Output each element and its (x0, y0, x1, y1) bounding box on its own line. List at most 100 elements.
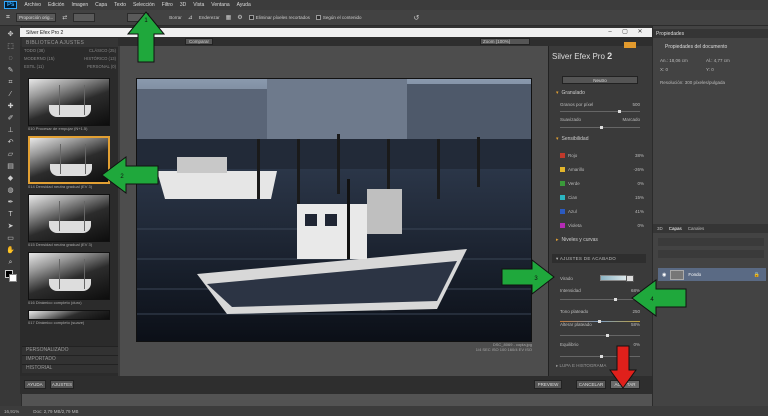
gear-icon[interactable]: ⚙ (237, 14, 242, 21)
preset-thumb-3[interactable]: 015 Densidad neutra gradual (EV 3) (28, 194, 110, 248)
properties-tab[interactable]: Propiedades (653, 29, 768, 38)
tab-3d[interactable]: 3D (657, 226, 663, 231)
minimize-button[interactable]: – (604, 28, 616, 37)
preset-tab-style[interactable]: ESTIL (11) (24, 64, 44, 72)
crop-tool-icon[interactable]: ⌗ (6, 14, 10, 22)
move-tool-icon[interactable]: ✥ (5, 30, 16, 39)
zoom-tool-icon[interactable]: ⌕ (5, 258, 16, 267)
height-value[interactable]: Al.: 4,77 cm (706, 58, 730, 63)
dodge-tool-icon[interactable]: ◍ (5, 186, 16, 195)
menu-imagen[interactable]: Imagen (71, 2, 88, 8)
delete-pixels-checkbox[interactable]: Eliminar píxeles recortados (248, 15, 310, 20)
reset-icon[interactable]: ↺ (413, 14, 419, 22)
tab-canales[interactable]: Canales (688, 226, 705, 231)
grid-overlay-icon[interactable]: ▦ (226, 14, 232, 21)
clear-button[interactable]: Borrar (169, 15, 182, 20)
content-aware-checkbox[interactable]: Según el contenido (315, 15, 361, 20)
menu-3d[interactable]: 3D (180, 2, 186, 8)
straighten-label[interactable]: Enderezar (199, 15, 220, 20)
close-button[interactable]: ✕ (634, 28, 646, 37)
color-row-rojo[interactable]: Rojo 38% (560, 148, 644, 162)
lasso-tool-icon[interactable]: ◌ (5, 54, 16, 63)
color-row-cian[interactable]: Cian 15% (560, 190, 644, 204)
preset-tab-personal[interactable]: PERSONAL (0) (87, 64, 116, 72)
preset-thumb-2[interactable]: 014 Densidad neutra gradual (EV 3) (28, 136, 110, 190)
eraser-tool-icon[interactable]: ▱ (5, 150, 16, 159)
cancel-button[interactable]: CANCELAR (576, 380, 606, 389)
menu-ventana[interactable]: Ventana (211, 2, 229, 8)
section-importado[interactable]: IMPORTADO (22, 355, 118, 364)
blend-mode-bar[interactable] (658, 250, 764, 258)
width-field[interactable] (73, 13, 96, 22)
section-historial[interactable]: HISTORIAL (22, 364, 118, 373)
slider-knob[interactable] (600, 126, 603, 129)
preset-tab-classic[interactable]: CLÁSICO (25) (89, 48, 116, 56)
menu-seleccion[interactable]: Selección (133, 2, 155, 8)
slider-knob[interactable] (606, 334, 609, 337)
intensidad-slider[interactable] (560, 298, 640, 301)
preset-thumb-1[interactable]: 010 Procesar de empujar (N+1.5) (28, 78, 110, 132)
color-row-azul[interactable]: Azul 41% (560, 204, 644, 218)
ratio-dropdown[interactable]: Proporción orig... (15, 13, 57, 22)
crop-tool-icon[interactable]: ⌗ (5, 78, 16, 87)
quick-select-tool-icon[interactable]: ✎ (5, 66, 16, 75)
color-row-amarillo[interactable]: Amarillo -26% (560, 162, 644, 176)
loupe-histogram-header[interactable]: ▸ LUPA E HISTOGRAMA (556, 363, 606, 369)
brush-tool-icon[interactable]: ✐ (5, 114, 16, 123)
suavizado-slider[interactable] (560, 126, 640, 129)
blur-tool-icon[interactable]: ◆ (5, 174, 16, 183)
stamp-tool-icon[interactable]: ⊥ (5, 126, 16, 135)
healing-tool-icon[interactable]: ✚ (5, 102, 16, 111)
shape-tool-icon[interactable]: ▭ (5, 234, 16, 243)
preset-tab-historic[interactable]: HISTÓRICO (13) (84, 56, 116, 64)
layer-name[interactable]: Fondo (688, 272, 701, 277)
section-personalizado[interactable]: PERSONALIZADO (22, 346, 118, 355)
path-select-icon[interactable]: ➤ (5, 222, 16, 231)
color-row-verde[interactable]: Verde 0% (560, 176, 644, 190)
eyedropper-tool-icon[interactable]: ⁄ (5, 90, 16, 99)
background-color[interactable] (8, 274, 17, 282)
levels-section-header[interactable]: ▸ Niveles y curvas (556, 237, 598, 243)
y-value[interactable]: Y: 0 (706, 67, 714, 72)
zoom-dropdown[interactable]: Zoom (100%) (480, 38, 530, 45)
layer-filter-bar[interactable] (658, 238, 764, 246)
straighten-icon[interactable]: ⊿ (188, 14, 193, 21)
gradient-tool-icon[interactable]: ▤ (5, 162, 16, 171)
finishing-adjustments-header[interactable]: ▾ AJUSTES DE ACABADO (552, 254, 646, 263)
hand-tool-icon[interactable]: ✋ (5, 246, 16, 255)
slider-knob[interactable] (600, 355, 603, 358)
slider-knob[interactable] (614, 298, 617, 301)
swap-icon[interactable]: ⇄ (62, 14, 67, 21)
eye-icon[interactable]: ◉ (662, 272, 666, 278)
width-value[interactable]: An.: 18,06 cm (660, 58, 688, 63)
marquee-tool-icon[interactable]: ⬚ (5, 42, 16, 51)
library-header[interactable]: BIBLIOTECA AJUSTES (22, 38, 118, 47)
preview-photo[interactable] (136, 78, 532, 342)
type-tool-icon[interactable]: T (5, 210, 16, 219)
menu-edicion[interactable]: Edición (48, 2, 64, 8)
menu-archivo[interactable]: Archivo (24, 2, 41, 8)
grain-section-header[interactable]: ▾ Granulado (556, 90, 585, 96)
menu-filtro[interactable]: Filtro (162, 2, 173, 8)
history-brush-icon[interactable]: ↶ (5, 138, 16, 147)
x-value[interactable]: X: 0 (660, 67, 668, 72)
preview-button[interactable]: PREVIEW (534, 380, 562, 389)
granos-slider[interactable] (560, 110, 640, 113)
slider-knob[interactable] (618, 110, 621, 113)
settings-button[interactable]: AJUSTES (50, 380, 74, 389)
zoom-readout[interactable]: 16,91% (4, 409, 19, 414)
preset-tab-modern[interactable]: MODERNO (15) (24, 56, 54, 64)
tab-capas[interactable]: Capas (669, 226, 682, 231)
film-type-dropdown[interactable]: Neutro (562, 76, 638, 84)
alterar-slider[interactable] (560, 334, 640, 337)
help-button[interactable]: AYUDA (24, 380, 46, 389)
menu-ayuda[interactable]: Ayuda (237, 2, 251, 8)
color-row-violeta[interactable]: Violeta 0% (560, 218, 644, 232)
menu-vista[interactable]: Vista (193, 2, 204, 8)
preset-thumb-4[interactable]: 016 Dinámico completo (duro) (28, 252, 110, 306)
menu-texto[interactable]: Texto (114, 2, 126, 8)
maximize-button[interactable]: ▢ (619, 28, 631, 37)
preset-tab-all[interactable]: TODO (38) (24, 48, 45, 56)
compare-button[interactable]: Comparar (185, 38, 213, 45)
menu-capa[interactable]: Capa (95, 2, 107, 8)
